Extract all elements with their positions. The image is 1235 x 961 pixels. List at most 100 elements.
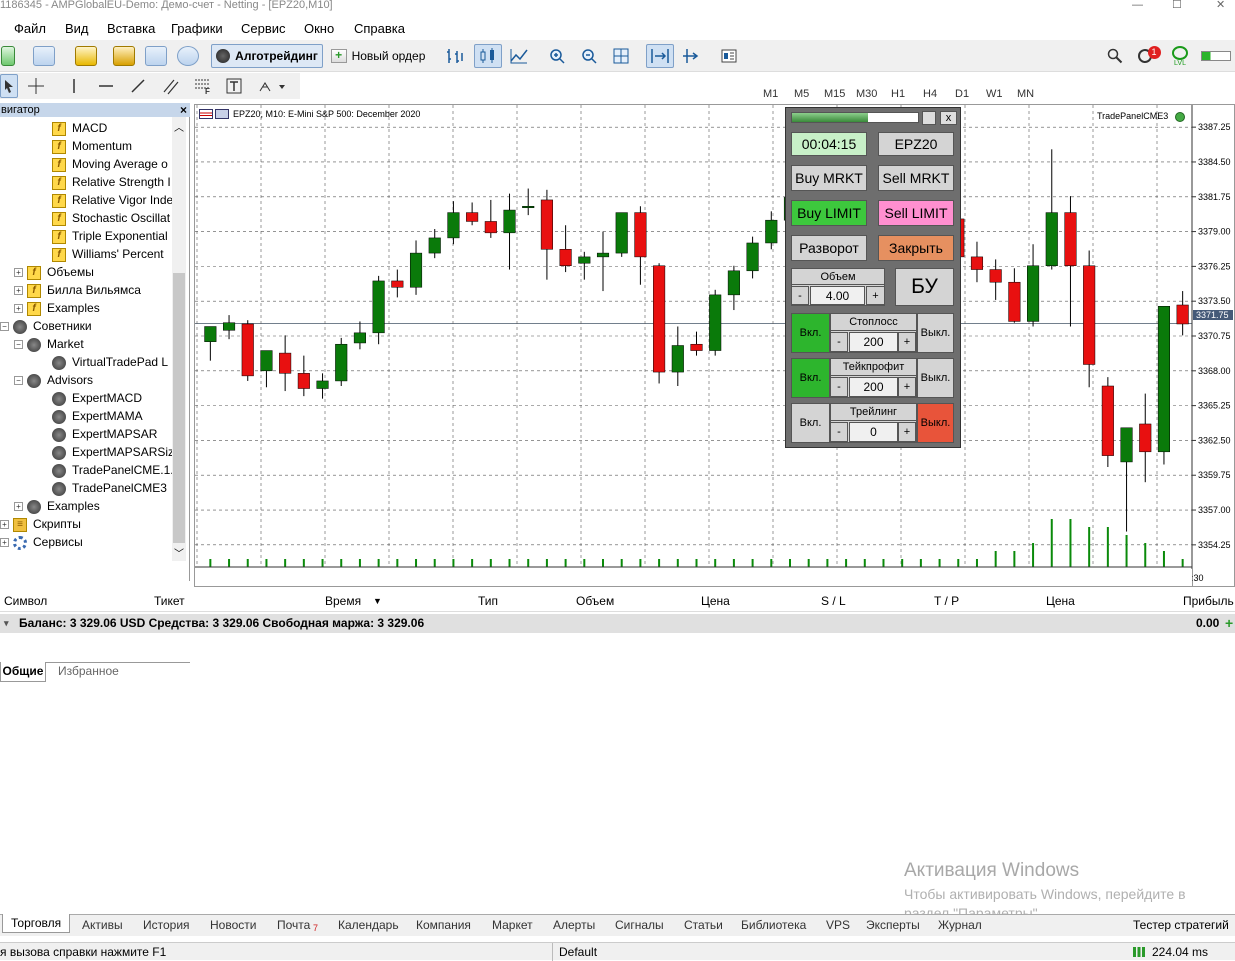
sort-desc-icon[interactable]: ▼ <box>373 596 382 606</box>
nav-indicator-rvi[interactable]: f Relative Vigor Inde <box>52 191 172 209</box>
tab-assets[interactable]: Активы <box>82 918 123 932</box>
col-type[interactable]: Тип <box>478 594 498 608</box>
volume-plus-button[interactable]: + <box>866 286 885 305</box>
nav-folder-advisors-sub[interactable]: − Advisors <box>14 371 93 389</box>
expand-icon[interactable]: + <box>0 520 9 530</box>
horizontal-line-icon[interactable] <box>94 74 118 98</box>
fibonacci-icon[interactable]: F <box>190 74 216 98</box>
nav-folder-services[interactable]: + Сервисы <box>0 533 83 551</box>
panel-minimize-button[interactable] <box>922 111 936 125</box>
trail-off-button[interactable]: Выкл. <box>917 403 954 443</box>
minimize-icon[interactable]: — <box>1132 0 1143 11</box>
nav-ea-tradepanelcme3[interactable]: TradePanelCME3 <box>52 479 172 497</box>
tf-mn[interactable]: MN <box>1017 88 1034 100</box>
sl-off-button[interactable]: Выкл. <box>917 313 954 353</box>
breakeven-button[interactable]: БУ <box>895 268 954 306</box>
nav-folder-advisors[interactable]: − Советники <box>0 317 92 335</box>
menu-file[interactable]: Файл <box>14 21 46 36</box>
nav-ea-expertmacd[interactable]: ExpertMACD <box>52 389 172 407</box>
nav-folder-scripts[interactable]: + ≡ Скрипты <box>0 515 81 533</box>
status-profile[interactable]: Default <box>552 943 597 961</box>
tab-journal[interactable]: Журнал <box>938 918 982 932</box>
nav-ea-expertmapsarsize[interactable]: ExpertMAPSARSiz <box>52 443 172 461</box>
tab-experts[interactable]: Эксперты <box>866 918 920 932</box>
navigator-close-icon[interactable]: × <box>180 103 187 117</box>
strategy-tester-tab[interactable]: Тестер стратегий <box>1133 918 1229 932</box>
trail-input[interactable]: 0 <box>849 422 898 442</box>
tab-signals[interactable]: Сигналы <box>615 918 664 932</box>
candle-chart-icon[interactable] <box>474 44 502 68</box>
nav-indicator-macd[interactable]: f MACD <box>52 119 107 137</box>
tab-alerts[interactable]: Алерты <box>553 918 595 932</box>
zoom-out-icon[interactable] <box>576 44 602 68</box>
crosshair-icon[interactable] <box>24 74 48 98</box>
shapes-dropdown-icon[interactable] <box>254 74 290 98</box>
collapse-icon[interactable]: − <box>0 322 9 332</box>
add-icon[interactable]: + <box>1225 614 1233 633</box>
bar-chart-icon[interactable] <box>442 44 468 68</box>
notifications-icon[interactable]: 1 <box>1134 44 1164 68</box>
sell-limit-button[interactable]: Sell LIMIT <box>878 200 954 226</box>
col-volume[interactable]: Объем <box>576 594 614 608</box>
search-icon[interactable] <box>1104 44 1126 68</box>
chart-window[interactable]: 3387.25 3384.50 3381.75 3379.00 3376.25 3373.… <box>194 104 1235 587</box>
close-position-button[interactable]: Закрыть <box>878 235 954 261</box>
collapse-icon[interactable]: − <box>14 376 23 386</box>
sl-on-button[interactable]: Вкл. <box>791 313 830 353</box>
col-price[interactable]: Цена <box>701 594 730 608</box>
templates-icon[interactable] <box>716 44 742 68</box>
tf-m30[interactable]: M30 <box>856 88 877 100</box>
menu-view[interactable]: Вид <box>65 21 89 36</box>
nav-folder-examples[interactable]: + f Examples <box>14 299 100 317</box>
tab-history[interactable]: История <box>143 918 190 932</box>
tab-trade[interactable]: Торговля <box>2 914 71 933</box>
menu-insert[interactable]: Вставка <box>107 21 155 36</box>
buy-limit-button[interactable]: Buy LIMIT <box>791 200 867 226</box>
tf-d1[interactable]: D1 <box>955 88 969 100</box>
col-sl[interactable]: S / L <box>821 594 846 608</box>
tab-calendar[interactable]: Календарь <box>338 918 399 932</box>
nav-ea-expertmapsar[interactable]: ExpertMAPSAR <box>52 425 172 443</box>
tp-plus-button[interactable]: + <box>898 377 916 397</box>
volume-minus-button[interactable]: - <box>791 286 809 305</box>
nav-indicator-stochastic[interactable]: f Stochastic Oscillat <box>52 209 172 227</box>
nav-indicator-momentum[interactable]: f Momentum <box>52 137 132 155</box>
collapse-icon[interactable]: − <box>14 340 23 350</box>
trail-on-button[interactable]: Вкл. <box>791 403 830 443</box>
trade-panel[interactable]: x 00:04:15 EPZ20 Buy MRKT Sell MRKT Buy … <box>785 107 961 448</box>
tab-articles[interactable]: Статьи <box>684 918 723 932</box>
nav-folder-volumes[interactable]: + f Объемы <box>14 263 94 281</box>
expand-icon[interactable]: + <box>14 502 23 512</box>
tp-input[interactable]: 200 <box>849 377 898 397</box>
expand-icon[interactable]: + <box>14 286 23 296</box>
new-order-button[interactable]: + Новый ордер <box>327 44 429 68</box>
sell-market-button[interactable]: Sell MRKT <box>878 165 954 191</box>
scroll-thumb[interactable] <box>173 273 185 543</box>
maximize-icon[interactable]: ☐ <box>1172 0 1182 11</box>
menu-charts[interactable]: Графики <box>171 21 223 36</box>
sl-plus-button[interactable]: + <box>898 332 916 352</box>
terminal-icon[interactable] <box>144 44 168 68</box>
cursor-icon[interactable] <box>0 74 18 98</box>
tab-vps[interactable]: VPS <box>826 918 850 932</box>
ea-smiley-icon[interactable] <box>1174 111 1185 122</box>
sl-minus-button[interactable]: - <box>830 332 848 352</box>
tab-company[interactable]: Компания <box>416 918 471 932</box>
tab-library[interactable]: Библиотека <box>741 918 806 932</box>
nav-folder-bill-williams[interactable]: + f Билла Вильямса <box>14 281 141 299</box>
col-ticket[interactable]: Тикет <box>154 594 185 608</box>
scroll-up-icon[interactable]: ︿ <box>174 119 184 134</box>
tab-mail[interactable]: Почта <box>277 918 310 932</box>
tf-h4[interactable]: H4 <box>923 88 937 100</box>
level-icon[interactable]: LVL <box>1168 44 1192 68</box>
market-watch-icon[interactable] <box>74 44 98 68</box>
col-profit[interactable]: Прибыль <box>1183 594 1234 608</box>
tab-favorites[interactable]: Избранное <box>58 664 119 678</box>
navigator-scrollbar[interactable]: ︿ ﹀ <box>172 117 186 561</box>
expand-icon[interactable]: + <box>14 268 23 278</box>
panel-close-button[interactable]: x <box>940 111 957 125</box>
nav-ea-tradepanelcme1[interactable]: TradePanelCME.1. <box>52 461 172 479</box>
tp-on-button[interactable]: Вкл. <box>791 358 830 398</box>
tf-m15[interactable]: M15 <box>824 88 845 100</box>
strategy-tester-icon[interactable] <box>176 44 200 68</box>
